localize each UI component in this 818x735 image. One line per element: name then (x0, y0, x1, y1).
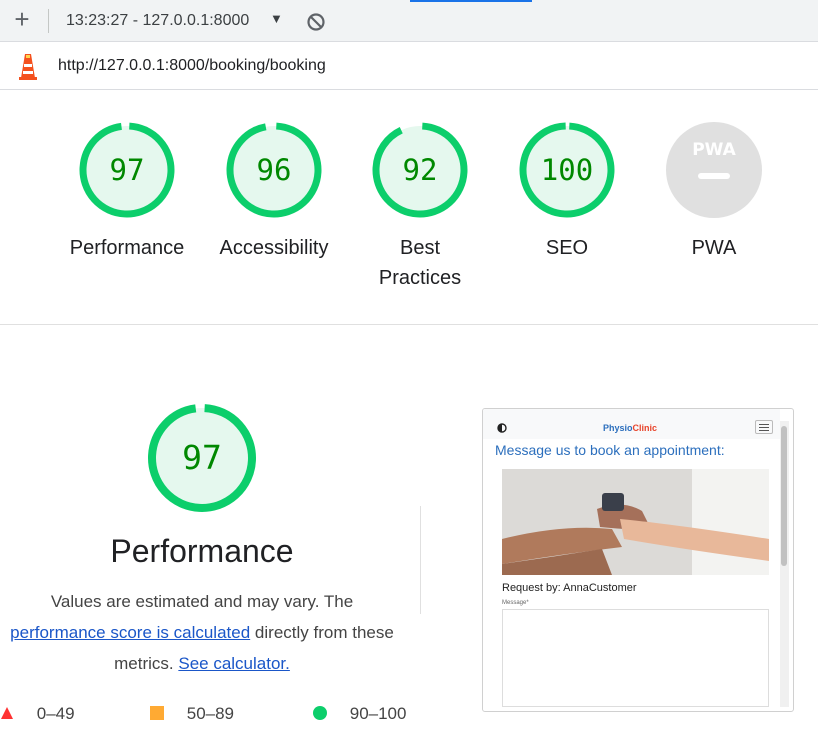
final-screenshot[interactable]: PhysioClinic Message us to book an appoi… (482, 408, 794, 712)
request-by-label: Request by: AnnaCustomer (502, 582, 637, 594)
legend-range: 0–49 (36, 704, 75, 723)
description-text: Values are estimated and may vary. The (50, 592, 354, 611)
plus-icon[interactable]: + (10, 6, 34, 32)
legend-range: 50–89 (186, 704, 235, 723)
screenshot-heading: Message us to book an appointment: (495, 442, 725, 458)
seo-score: 100 (540, 153, 594, 187)
pwa-badge-text: PWA (692, 140, 736, 160)
circle-icon (313, 706, 327, 720)
scroll-thumb (781, 426, 787, 566)
vertical-divider (420, 506, 421, 614)
pwa-badge[interactable]: PWA (666, 122, 762, 218)
devtools-toolbar: + 13:23:27 - 127.0.0.1:8000 ▼ (0, 0, 818, 42)
legend-range: 90–100 (349, 704, 407, 723)
message-textarea (502, 609, 769, 707)
pwa-badge-icon: PWA (666, 122, 762, 218)
best-practices-score: 92 (402, 153, 438, 187)
pwa-label[interactable]: PWA (644, 233, 784, 263)
legend-fail: 0–49 (0, 704, 75, 724)
screenshot-brand: PhysioClinic (603, 423, 658, 433)
accessibility-label[interactable]: Accessibility (204, 233, 344, 263)
screenshot-scrollbar (780, 421, 789, 707)
hamburger-icon (755, 420, 773, 434)
toolbar-separator (48, 9, 49, 33)
see-calculator-link[interactable]: See calculator. (178, 654, 290, 673)
accessibility-score: 96 (256, 153, 292, 187)
performance-title: Performance (110, 533, 294, 569)
seo-label[interactable]: SEO (497, 233, 637, 263)
performance-main-gauge: 97 (147, 403, 257, 513)
square-icon (150, 706, 164, 720)
lighthouse-icon (16, 52, 40, 85)
best-practices-label[interactable]: Best Practices (370, 233, 470, 293)
performance-label[interactable]: Performance (57, 233, 197, 263)
performance-score: 97 (109, 153, 145, 187)
performance-main-score: 97 (182, 438, 222, 477)
active-tab-indicator (410, 0, 532, 2)
report-selector[interactable]: 13:23:27 - 127.0.0.1:8000 (66, 12, 249, 30)
legend-average: 50–89 (150, 704, 234, 724)
best-practices-gauge[interactable]: 92 (372, 122, 468, 218)
score-calculation-link[interactable]: performance score is calculated (10, 623, 250, 642)
legend-pass: 90–100 (313, 704, 406, 724)
report-url[interactable]: http://127.0.0.1:8000/booking/booking (58, 57, 326, 75)
no-entry-icon[interactable] (306, 12, 326, 37)
performance-description: Values are estimated and may vary. The p… (0, 586, 414, 679)
performance-gauge[interactable]: 97 (79, 122, 175, 218)
screenshot-navbar: PhysioClinic (483, 409, 780, 439)
accessibility-gauge[interactable]: 96 (226, 122, 322, 218)
handshake-photo (502, 469, 769, 575)
section-divider (0, 324, 818, 325)
contrast-icon (497, 423, 507, 433)
seo-gauge[interactable]: 100 (519, 122, 615, 218)
message-label: Message* (502, 600, 529, 606)
triangle-icon (1, 707, 13, 719)
url-bar: http://127.0.0.1:8000/booking/booking (0, 42, 818, 90)
caret-down-icon[interactable]: ▼ (270, 11, 283, 26)
